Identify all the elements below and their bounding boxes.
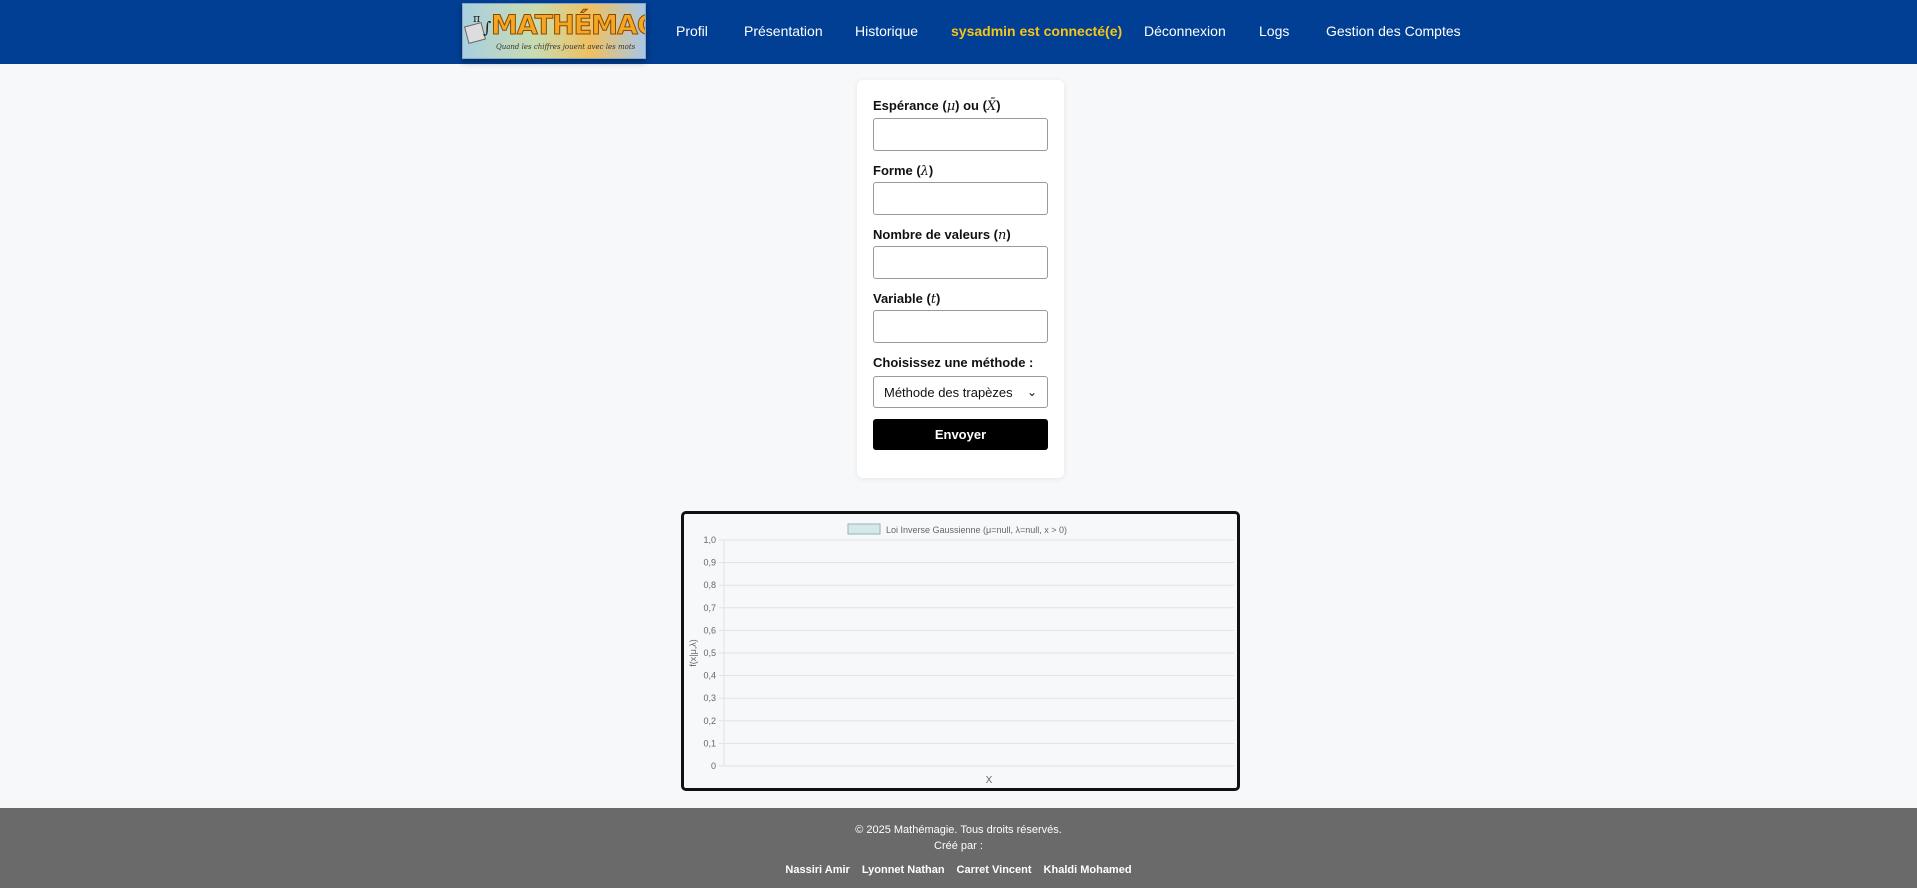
distribution-chart: 0 0,1 0,2 0,3 0,4 0,5 0,6 0,7 0,8 0,9 1,0 Loi Inver…	[681, 511, 1240, 791]
y-tick-label: 0,1	[703, 738, 716, 748]
site-logo[interactable]: π ∫ MATHÉMAGIE Quand les chiffres jouent…	[462, 3, 646, 59]
submit-button[interactable]: Envoyer	[873, 419, 1048, 450]
nav-profil[interactable]: Profil	[676, 22, 708, 40]
nav-logs[interactable]: Logs	[1259, 22, 1289, 40]
y-tick-label: 0,8	[703, 580, 716, 590]
logo-subtitle: Quand les chiffres jouent avec les mots	[496, 43, 636, 51]
legend-label: Loi Inverse Gaussienne (μ=null, λ=null, …	[886, 525, 1067, 535]
y-tick-label: 0,6	[703, 625, 716, 635]
method-selected-value: Méthode des trapèzes	[884, 384, 1013, 400]
y-tick-label: 0	[711, 761, 716, 771]
variable-input[interactable]	[873, 310, 1048, 343]
legend-swatch	[847, 523, 881, 535]
label-nombre-valeurs: Nombre de valeurs (n)	[873, 227, 1011, 243]
author-name[interactable]: Nassiri Amir	[785, 864, 849, 876]
label-forme: Forme (λ)	[873, 163, 934, 179]
chevron-down-icon: ⌄	[1026, 385, 1037, 399]
y-tick-label: 1,0	[703, 535, 716, 545]
nombre-valeurs-input[interactable]	[873, 246, 1048, 279]
copyright-text: © 2025 Mathémagie. Tous droits réservés.	[855, 824, 1062, 836]
y-tick-label: 0,2	[703, 716, 716, 726]
logo-title: MATHÉMAGIE	[491, 10, 645, 42]
connected-user-status: sysadmin est connecté(e)	[951, 23, 1123, 39]
y-tick-label: 0,4	[703, 671, 716, 681]
y-tick-label: 0,3	[703, 693, 716, 703]
x-axis-label: X	[986, 775, 993, 786]
author-name[interactable]: Lyonnet Nathan	[862, 864, 945, 876]
y-tick-label: 0,5	[703, 648, 716, 658]
method-select[interactable]: Méthode des trapèzes ⌄	[873, 376, 1048, 408]
nav-historique[interactable]: Historique	[855, 22, 918, 40]
authors-list: Nassiri Amir Lyonnet Nathan Carret Vince…	[0, 864, 1917, 876]
y-axis-label: f(x|μ,λ)	[688, 639, 698, 667]
label-esperance: Espérance (μ) ou (X̄)	[873, 98, 1001, 114]
author-name[interactable]: Carret Vincent	[957, 864, 1032, 876]
nav-gestion-comptes[interactable]: Gestion des Comptes	[1326, 22, 1461, 40]
y-tick-label: 0,9	[703, 558, 716, 568]
footer: © 2025 Mathémagie. Tous droits réservés.…	[0, 808, 1917, 888]
forme-input[interactable]	[873, 182, 1048, 215]
y-tick-label: 0,7	[703, 603, 716, 613]
nav-deconnexion[interactable]: Déconnexion	[1144, 22, 1226, 40]
nav-presentation[interactable]: Présentation	[744, 22, 823, 40]
chart-canvas: 0 0,1 0,2 0,3 0,4 0,5 0,6 0,7 0,8 0,9 1,0 Loi Inver…	[688, 523, 1234, 786]
label-methode: Choisissez une méthode :	[873, 355, 1034, 370]
esperance-input[interactable]	[873, 118, 1048, 151]
created-by-label: Créé par :	[934, 840, 983, 852]
label-variable: Variable (t)	[873, 291, 941, 307]
top-navbar: π ∫ MATHÉMAGIE Quand les chiffres jouent…	[0, 0, 1917, 64]
parameters-form: Espérance (μ) ou (X̄) Forme (λ) Nombre d…	[857, 80, 1064, 478]
author-name[interactable]: Khaldi Mohamed	[1044, 864, 1132, 876]
